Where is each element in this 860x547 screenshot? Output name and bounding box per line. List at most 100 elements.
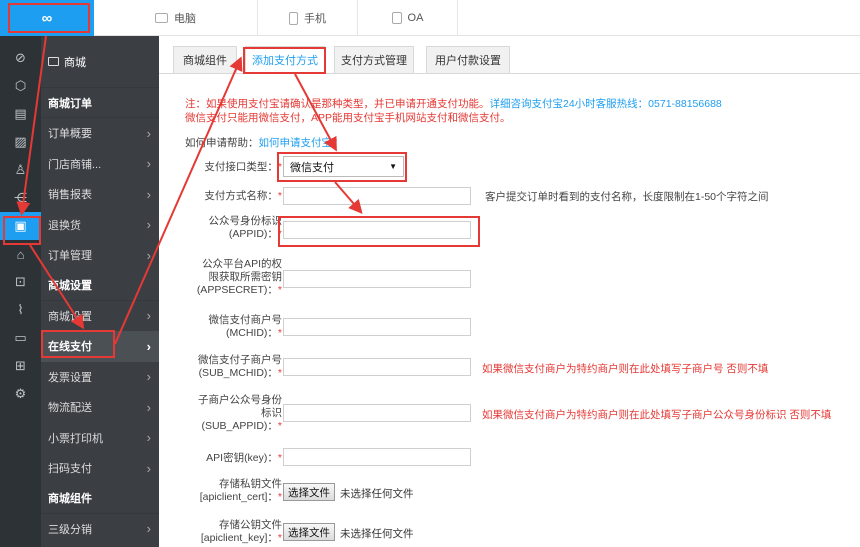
label-text: 标识 — [261, 407, 282, 419]
label-text: 存储私钥文件 — [219, 478, 282, 490]
document-icon[interactable]: ▤ — [0, 100, 41, 128]
mchid-label: 微信支付商户号 (MCHID)：* — [208, 314, 283, 339]
user-icon[interactable]: ♙ — [0, 156, 41, 184]
phone-icon — [289, 11, 298, 25]
tab-user-payment[interactable]: 用户付款设置 — [426, 46, 510, 74]
api-key-input[interactable] — [283, 448, 471, 466]
sub-mchid-input[interactable] — [283, 358, 471, 376]
shop-label: 商城 — [64, 56, 86, 69]
tab-oa[interactable]: OA — [358, 0, 458, 36]
appid-input[interactable] — [283, 221, 471, 239]
chevron-right-icon: › — [146, 186, 151, 202]
tab-add-payment[interactable]: 添加支付方式 — [245, 46, 325, 74]
payment-type-select[interactable]: 微信支付 ▼ — [283, 156, 404, 177]
chevron-right-icon: › — [146, 460, 151, 476]
sub-appid-label: 子商户公众号身份 标识 (SUB_APPID)：* — [198, 394, 282, 432]
notice-line-1: 注：如果使用支付宝请确认是那种类型，并已申请开通支付功能。详细咨询支付宝24小时… — [185, 96, 722, 111]
tab-payment-manage[interactable]: 支付方式管理 — [334, 46, 414, 74]
chevron-right-icon: › — [146, 217, 151, 233]
top-bar: ∞ 电脑 手机 OA — [0, 0, 860, 36]
tab-bar: 商城组件 添加支付方式 支付方式管理 用户付款设置 — [159, 46, 860, 74]
appid-label: 公众号身份标识 (APPID)：* — [208, 215, 283, 240]
id-card-icon[interactable]: ▭ — [0, 324, 41, 352]
tab-desktop-label: 电脑 — [174, 13, 196, 25]
sidebar-item-invoice[interactable]: 发票设置 › — [41, 362, 159, 393]
sidebar: 商城 商城订单 订单概要 › 门店商铺... › 销售报表 › 退换货 › 订单管理 › … — [41, 36, 159, 547]
sidebar-item-store[interactable]: 门店商铺... › — [41, 149, 159, 180]
chevron-right-icon: › — [146, 521, 151, 537]
sidebar-item-shipping[interactable]: 物流配送 › — [41, 392, 159, 423]
label-text: 支付接口类型： — [204, 161, 278, 173]
tab-components[interactable]: 商城组件 — [173, 46, 237, 74]
sidebar-item-distribution[interactable]: 三级分销 › — [41, 514, 159, 545]
sidebar-item-shop-settings[interactable]: 商城设置 › — [41, 301, 159, 332]
sidebar-item-returns[interactable]: 退换货 › — [41, 210, 159, 241]
sidebar-item-online-payment[interactable]: 在线支付 › — [41, 331, 159, 362]
select-value: 微信支付 — [290, 161, 334, 174]
sub-appid-hint: 如果微信支付商户为特约商户则在此处填写子商户公众号身份标识 否则不填 — [482, 409, 832, 421]
label-text: (SUB_MCHID)： — [198, 367, 278, 379]
label-text: (APPSECRET)： — [196, 284, 278, 296]
sidebar-item-sales-report[interactable]: 销售报表 › — [41, 179, 159, 210]
sub-appid-input[interactable] — [283, 404, 471, 422]
sidebar-item-order-manage[interactable]: 订单管理 › — [41, 240, 159, 271]
section-settings: 商城设置 — [41, 271, 159, 301]
label-text: (MCHID)： — [226, 327, 278, 339]
label-text: 限获取所需密钥 — [208, 271, 283, 283]
mchid-input[interactable] — [283, 318, 471, 336]
store-icon[interactable]: ⌂ — [0, 240, 41, 268]
sub-mchid-label: 微信支付子商户号 (SUB_MCHID)：* — [198, 354, 282, 379]
tab-desktop[interactable]: 电脑 — [94, 0, 258, 36]
clipboard-icon[interactable]: ▣ — [0, 212, 41, 240]
sidebar-item-label: 三级分销 — [48, 523, 92, 536]
cert-file-button[interactable]: 选择文件 — [283, 483, 335, 501]
sidebar-item-label: 退换货 — [48, 219, 81, 232]
sidebar-item-label: 物流配送 — [48, 402, 92, 415]
sidebar-item-label: 扫码支付 — [48, 463, 92, 476]
share-icon[interactable]: ⋲ — [0, 184, 41, 212]
sidebar-shop[interactable]: 商城 — [41, 36, 159, 88]
type-label: 支付接口类型：* — [204, 161, 282, 173]
image-icon[interactable]: ▨ — [0, 128, 41, 156]
chevron-right-icon: › — [146, 308, 151, 324]
label-text: (SUB_APPID)： — [201, 420, 278, 432]
label-text: 支付方式名称： — [204, 190, 278, 202]
tab-mobile[interactable]: 手机 — [258, 0, 358, 36]
sidebar-item-label: 销售报表 — [48, 189, 92, 202]
notice-line-2: 微信支付只能用微信支付，APP能用支付宝手机网站支付和微信支付。 — [185, 112, 511, 124]
label-text: 公众平台API的权 — [202, 258, 282, 270]
label-text: 存储公钥文件 — [219, 519, 282, 531]
sidebar-item-label: 在线支付 — [48, 341, 92, 354]
main-content: 商城组件 添加支付方式 支付方式管理 用户付款设置 注：如果使用支付宝请确认是那… — [159, 36, 860, 547]
monitor-icon — [155, 13, 168, 23]
appsecret-input[interactable] — [283, 270, 471, 288]
logo-icon[interactable]: ∞ — [0, 0, 94, 36]
chevron-right-icon: › — [146, 338, 151, 354]
bag-icon[interactable]: ⊡ — [0, 268, 41, 296]
gear-icon[interactable]: ⚙ — [0, 380, 41, 408]
help-row: 如何申请帮助：如何申请支付宝？ — [185, 135, 343, 150]
sidebar-item-label: 订单概要 — [48, 128, 92, 141]
link-icon[interactable]: ⊘ — [0, 44, 41, 72]
pubkey-file-button[interactable]: 选择文件 — [283, 523, 335, 541]
chart-icon[interactable]: ⌇ — [0, 296, 41, 324]
sidebar-item-scan-pay[interactable]: 扫码支付 › — [41, 453, 159, 484]
section-orders: 商城订单 — [41, 88, 159, 118]
appsecret-label: 公众平台API的权 限获取所需密钥 (APPSECRET)：* — [196, 258, 283, 296]
payment-name-input[interactable] — [283, 187, 471, 205]
chevron-right-icon: › — [146, 156, 151, 172]
chevron-right-icon: › — [146, 125, 151, 141]
cube-icon[interactable]: ⬡ — [0, 72, 41, 100]
grid-icon[interactable]: ⊞ — [0, 352, 41, 380]
label-text: 微信支付子商户号 — [198, 354, 282, 366]
sidebar-item-label: 发票设置 — [48, 371, 92, 384]
sidebar-item-printer[interactable]: 小票打印机 › — [41, 423, 159, 454]
icon-rail: ⊘ ⬡ ▤ ▨ ♙ ⋲ ▣ ⌂ ⊡ ⌇ ▭ ⊞ ⚙ — [0, 36, 41, 547]
sidebar-item-order-overview[interactable]: 订单概要 › — [41, 118, 159, 149]
help-link[interactable]: 如何申请支付宝？ — [259, 137, 343, 149]
chevron-right-icon: › — [146, 369, 151, 385]
key-label: API密钥(key)：* — [206, 452, 282, 464]
label-text: 微信支付商户号 — [208, 314, 283, 326]
sidebar-item-label: 订单管理 — [48, 250, 92, 263]
help-label: 如何申请帮助： — [185, 137, 259, 149]
